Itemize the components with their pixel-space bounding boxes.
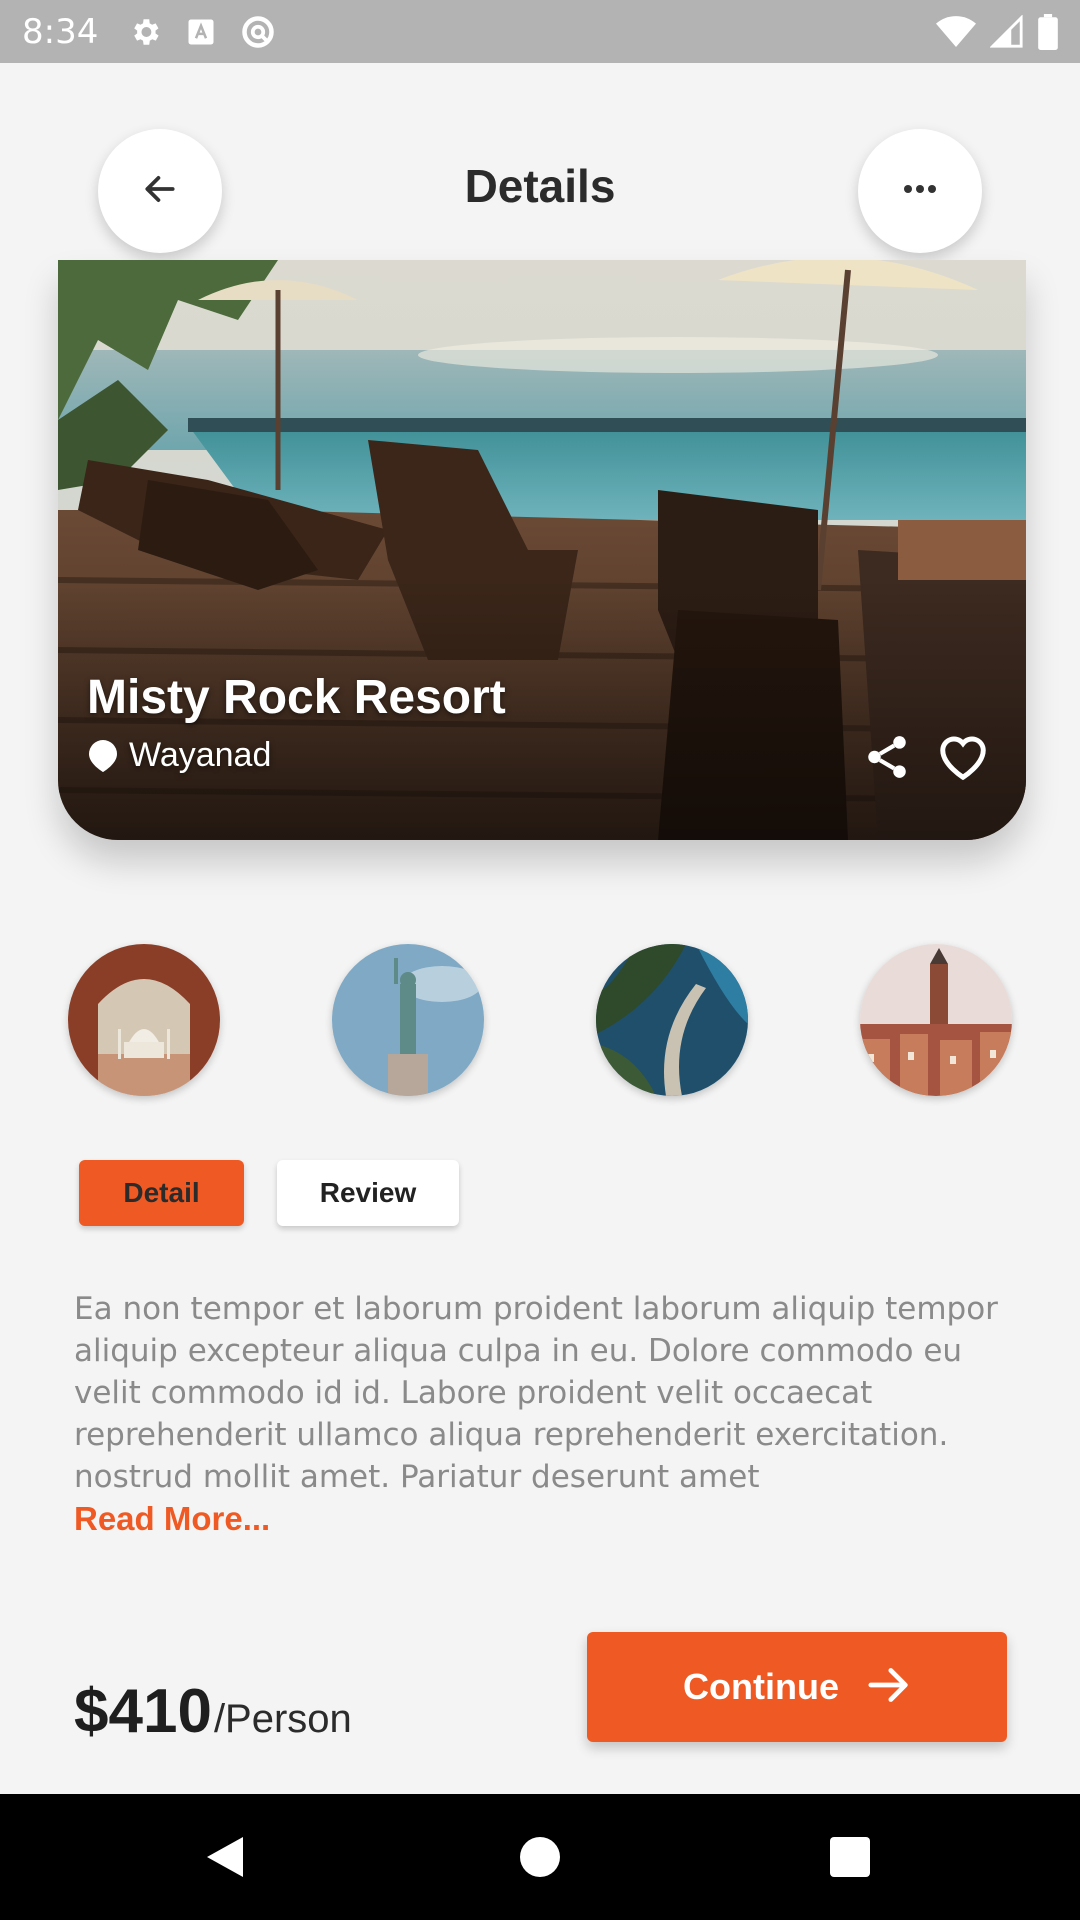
price: $410 /Person — [74, 1676, 352, 1747]
resort-location: Wayanad — [87, 736, 271, 775]
share-icon[interactable] — [860, 730, 914, 784]
taj-mahal-thumbnail[interactable] — [68, 944, 220, 1096]
status-bar: 8:34 — [0, 0, 1080, 63]
status-icons-right — [936, 13, 1058, 50]
price-amount: $410 — [74, 1677, 212, 1746]
heart-icon[interactable] — [936, 730, 990, 784]
cell-signal-icon — [990, 14, 1024, 49]
gear-icon — [128, 15, 162, 49]
text-a-icon — [186, 17, 216, 47]
resort-name: Misty Rock Resort — [87, 671, 506, 724]
battery-icon — [1038, 13, 1058, 50]
location-pin-icon — [87, 738, 119, 774]
continue-button[interactable]: Continue — [587, 1632, 1007, 1742]
hero-card[interactable]: Misty Rock Resort Wayanad — [58, 260, 1026, 840]
location-label: Wayanad — [129, 736, 272, 774]
continue-label: Continue — [683, 1666, 839, 1707]
statue-of-liberty-thumbnail[interactable] — [332, 944, 484, 1096]
description-text: Ea non tempor et laborum proident laboru… — [74, 1291, 998, 1495]
more-options-button[interactable] — [858, 129, 982, 253]
status-time: 8:34 — [22, 11, 99, 52]
nav-recents-icon[interactable] — [790, 1794, 910, 1920]
tab-detail[interactable]: Detail — [79, 1160, 244, 1226]
old-town-thumbnail[interactable] — [860, 944, 1012, 1096]
nav-home-icon[interactable] — [480, 1794, 600, 1920]
hero-actions — [860, 730, 990, 784]
navigation-bar — [0, 1794, 1080, 1920]
status-icons-left — [128, 14, 276, 50]
read-more-link[interactable]: Read More... — [74, 1500, 270, 1538]
header: Details — [0, 63, 1080, 260]
thumbnail-gallery — [68, 944, 1012, 1096]
tab-review[interactable]: Review — [277, 1160, 459, 1226]
nav-back-icon[interactable] — [165, 1794, 285, 1920]
wifi-icon — [936, 15, 976, 49]
coastal-road-thumbnail[interactable] — [596, 944, 748, 1096]
price-unit: /Person — [213, 1697, 352, 1741]
no-disturb-icon — [240, 14, 276, 50]
more-horizontal-icon — [901, 182, 939, 200]
arrow-right-icon — [867, 1665, 911, 1710]
